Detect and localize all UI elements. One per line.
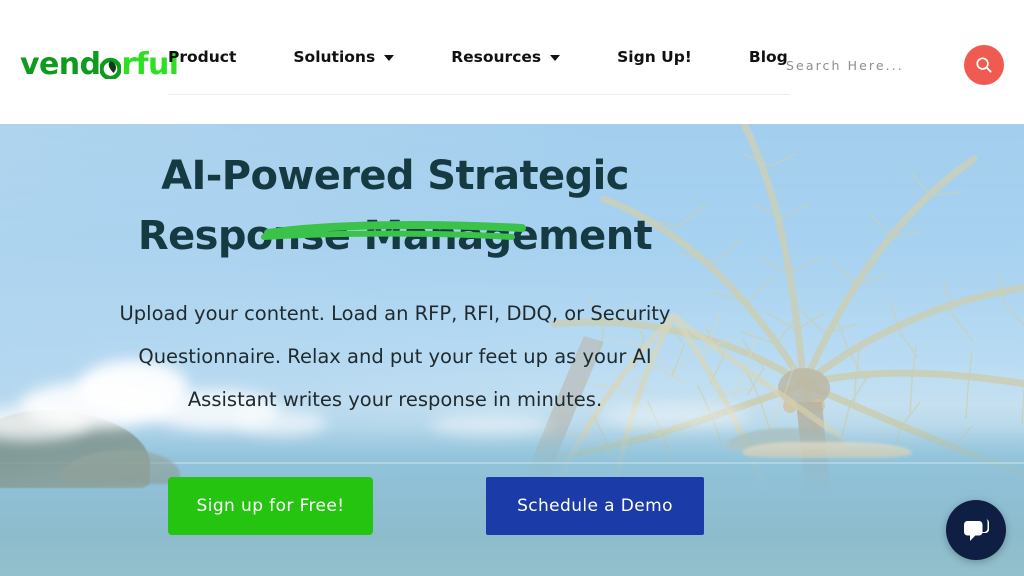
headline-line-1: AI-Powered Strategic: [161, 153, 629, 199]
search-button[interactable]: [964, 45, 1004, 85]
nav-label-solutions: Solutions: [293, 48, 376, 66]
site-header: vend rful Product Solutions Resources Si…: [0, 0, 1024, 124]
sign-up-free-button[interactable]: Sign up for Free!: [168, 477, 373, 535]
nav-item-blog[interactable]: Blog: [749, 44, 788, 70]
chevron-down-icon: [384, 55, 395, 61]
hero-subtitle: Upload your content. Load an RFP, RFI, D…: [119, 302, 671, 411]
nav-item-resources[interactable]: Resources: [451, 44, 561, 70]
nav-item-product[interactable]: Product: [168, 44, 236, 70]
headline-line-2: Response Management: [137, 213, 653, 259]
logo-text-part1: vend: [20, 47, 101, 82]
nav-item-solutions[interactable]: Solutions: [293, 44, 395, 70]
landing-page: vend rful Product Solutions Resources Si…: [0, 0, 1024, 576]
page-title: AI-Powered Strategic Response Management: [0, 146, 790, 266]
chevron-down-icon: [550, 55, 561, 61]
header-divider: [168, 94, 790, 95]
nav-label-product: Product: [168, 48, 237, 66]
nav-item-sign-up[interactable]: Sign Up!: [617, 44, 692, 70]
search-icon: [976, 57, 992, 73]
chat-widget-button[interactable]: [946, 500, 1006, 560]
leaf-o-icon: [100, 54, 122, 79]
nav-label-blog: Blog: [748, 48, 788, 66]
schedule-demo-button[interactable]: Schedule a Demo: [486, 477, 704, 535]
search-area: [786, 45, 1004, 85]
nav-label-resources: Resources: [451, 48, 542, 66]
site-logo[interactable]: vend rful: [20, 47, 179, 82]
main-navigation: Product Solutions Resources Sign Up! Blo…: [168, 44, 788, 70]
search-input[interactable]: [786, 54, 946, 76]
hero-content: AI-Powered Strategic Response Management…: [0, 124, 790, 576]
hero-cta-row: Sign up for Free! Schedule a Demo: [0, 477, 790, 535]
hero-section: AI-Powered Strategic Response Management…: [0, 124, 1024, 576]
chat-bubbles-icon: [964, 518, 989, 541]
nav-label-sign-up: Sign Up!: [617, 48, 692, 66]
